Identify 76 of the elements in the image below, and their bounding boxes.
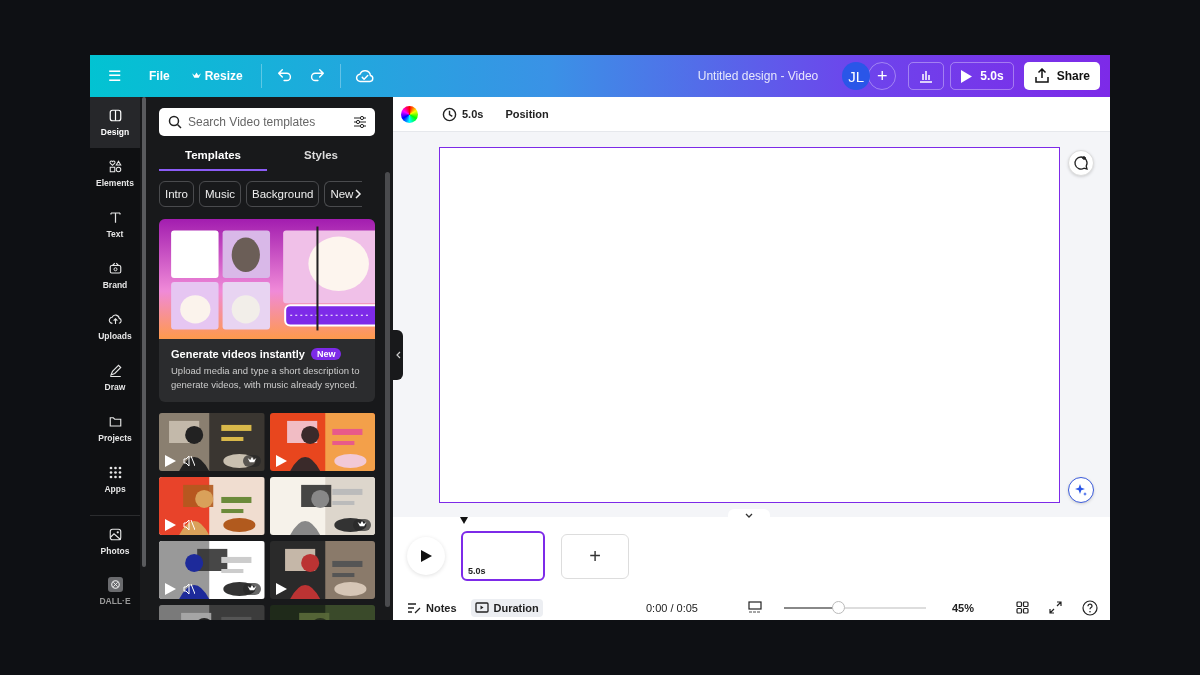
template-thumbnail[interactable] xyxy=(269,540,375,599)
promo-description: Upload media and type a short description to generate videos, with music already synced. xyxy=(171,364,361,392)
shapes-icon xyxy=(107,159,123,174)
cloud-upload-icon xyxy=(107,312,123,327)
search-icon xyxy=(168,115,182,129)
design-title[interactable]: Untitled design - Video xyxy=(697,69,819,83)
sidebar-item[interactable]: Projects xyxy=(90,403,140,454)
sidebar-item[interactable]: Apps xyxy=(90,454,140,505)
play-button[interactable] xyxy=(407,537,445,575)
chevron-right-icon[interactable] xyxy=(354,189,363,199)
crown-icon xyxy=(191,72,201,80)
add-comment-button[interactable] xyxy=(1068,150,1094,176)
template-thumbnail[interactable] xyxy=(159,412,265,471)
add-page-button[interactable]: + xyxy=(561,533,629,579)
sidebar-item[interactable]: Uploads xyxy=(90,301,140,352)
timeline-toggle[interactable] xyxy=(728,509,770,521)
filter-icon[interactable] xyxy=(353,115,367,129)
video-frame-icon xyxy=(474,602,489,613)
panel-tab[interactable]: Templates xyxy=(159,143,267,171)
magic-button[interactable] xyxy=(1068,477,1094,503)
duration-button[interactable]: 5.0s xyxy=(438,103,488,125)
template-thumbnail[interactable] xyxy=(269,476,375,535)
sidebar-item[interactable]: Draw xyxy=(90,352,140,403)
category-chip[interactable]: Intro xyxy=(159,181,194,207)
sidebar-item[interactable]: Brand xyxy=(90,250,140,301)
category-chip[interactable]: New xyxy=(324,181,363,207)
clock-icon xyxy=(442,106,457,122)
duration-toggle[interactable]: Duration xyxy=(470,598,543,617)
position-button[interactable]: Position xyxy=(501,105,553,123)
play-icon xyxy=(960,69,973,83)
new-badge: New xyxy=(310,348,342,360)
sidebar-item[interactable]: Elements xyxy=(90,148,140,199)
muted-speaker-icon[interactable] xyxy=(183,454,195,467)
sidebar-item[interactable]: Text xyxy=(90,199,140,250)
template-thumbnail[interactable] xyxy=(269,412,375,471)
template-thumbnail[interactable] xyxy=(159,540,265,599)
grid-icon xyxy=(107,465,123,480)
scrollbar-thumb[interactable] xyxy=(385,172,390,607)
playback-time: 0:00 / 0:05 xyxy=(645,601,698,614)
grid-view-button[interactable] xyxy=(1014,599,1031,616)
color-picker-button[interactable] xyxy=(401,105,418,123)
promo-card[interactable]: Generate videos instantly New Upload media and type a short description to generate videos, with music already synced. xyxy=(159,219,375,402)
folder-icon xyxy=(107,414,123,429)
upload-icon xyxy=(1033,68,1050,84)
fullscreen-button[interactable] xyxy=(1047,599,1064,616)
scrollbar-thumb[interactable] xyxy=(142,97,146,567)
muted-speaker-icon[interactable] xyxy=(183,582,195,595)
pen-icon xyxy=(107,363,123,378)
play-button[interactable]: 5.0s xyxy=(950,62,1014,90)
panel-tab[interactable]: Styles xyxy=(267,143,375,171)
image-icon xyxy=(107,526,123,542)
notes-button[interactable]: Notes xyxy=(403,598,461,617)
category-chip[interactable]: Music xyxy=(199,181,242,207)
help-button[interactable] xyxy=(1080,597,1100,618)
play-icon[interactable] xyxy=(274,582,287,595)
promo-title: Generate videos instantly xyxy=(171,348,305,360)
search-field[interactable]: Search Video templates xyxy=(159,108,375,136)
zoom-level[interactable]: 45% xyxy=(951,601,974,614)
sparkle-icon xyxy=(1074,483,1088,497)
category-chip[interactable]: Background xyxy=(246,181,320,207)
filmstrip-icon[interactable] xyxy=(747,601,762,614)
sidebar-item[interactable]: Design xyxy=(90,97,140,148)
comment-add-icon xyxy=(1073,155,1089,171)
share-button[interactable]: Share xyxy=(1023,62,1100,90)
layout-icon xyxy=(107,108,123,123)
zoom-slider-thumb[interactable] xyxy=(832,600,846,614)
insights-button[interactable] xyxy=(908,62,945,90)
user-avatar[interactable]: JL xyxy=(842,62,871,90)
notes-icon xyxy=(407,601,421,614)
text-icon xyxy=(107,210,123,225)
collapse-panel-handle[interactable] xyxy=(393,330,403,380)
bar-chart-icon xyxy=(918,69,935,83)
chevron-down-icon xyxy=(745,512,753,518)
sidebar-item[interactable]: DALL·E xyxy=(90,566,140,617)
timeline-clip[interactable]: 5.0s xyxy=(461,531,545,581)
play-icon xyxy=(420,550,432,562)
